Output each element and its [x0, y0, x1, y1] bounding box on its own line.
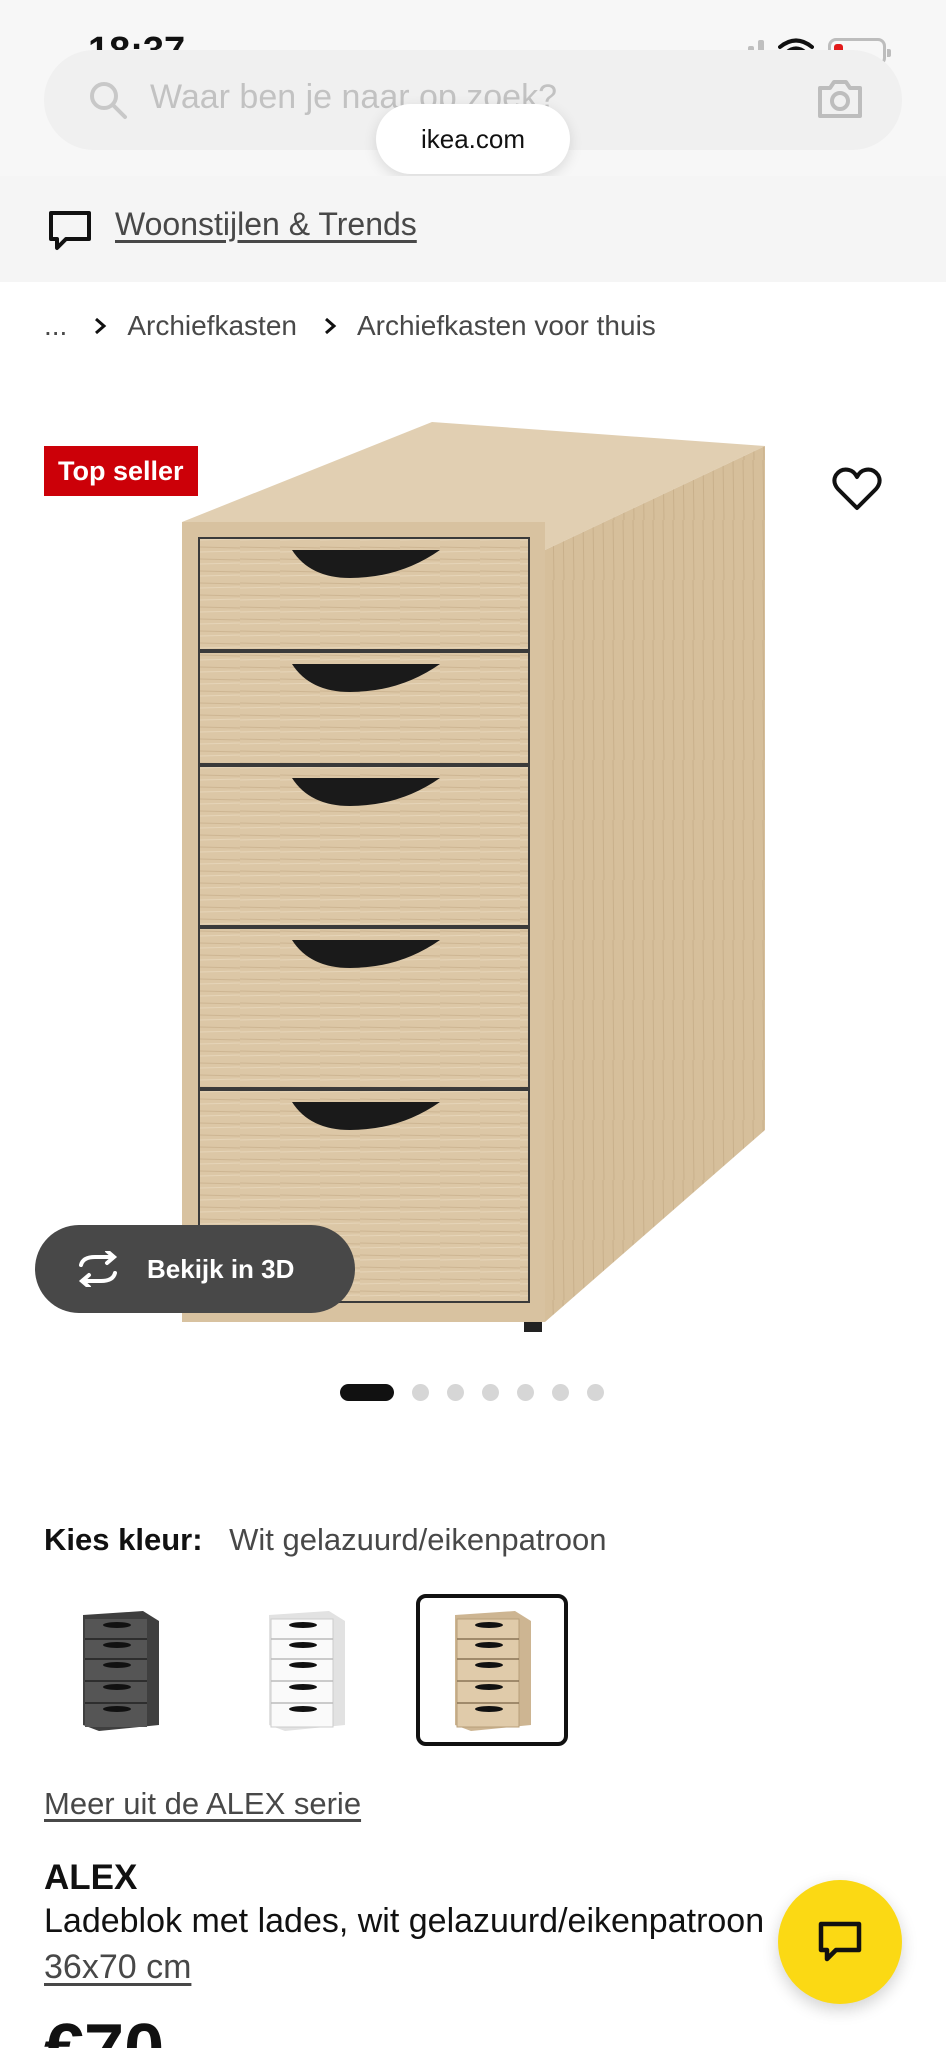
color-swatches — [44, 1594, 568, 1746]
product-description: Ladeblok met lades, wit gelazuurd/eikenp… — [44, 1902, 765, 1940]
product-name: ALEX — [44, 1858, 138, 1897]
series-link[interactable]: Meer uit de ALEX serie — [44, 1786, 361, 1822]
view-3d-label: Bekijk in 3D — [147, 1253, 295, 1284]
swatch-wit[interactable] — [230, 1594, 382, 1746]
url-pill[interactable]: ikea.com — [376, 104, 570, 174]
drawer-unit-thumbnail — [83, 1611, 159, 1731]
breadcrumb-item[interactable]: ... — [44, 310, 67, 342]
speech-bubble-icon — [49, 211, 91, 250]
product-size-link[interactable]: 36x70 cm — [44, 1948, 191, 1987]
color-picker-row: Kies kleur: Wit gelazuurd/eikenpatroon — [44, 1522, 607, 1558]
heart-icon[interactable] — [832, 466, 882, 512]
top-seller-badge: Top seller — [44, 446, 198, 496]
product-price: €70 — [44, 2014, 164, 2048]
breadcrumb: ... Archiefkasten Archiefkasten voor thu… — [44, 310, 656, 342]
carousel-dot[interactable] — [587, 1384, 604, 1401]
chevron-right-icon — [324, 317, 337, 335]
carousel-dot[interactable] — [552, 1384, 569, 1401]
carousel-dot[interactable] — [412, 1384, 429, 1401]
carousel-dot[interactable] — [482, 1384, 499, 1401]
rotate-3d-icon — [78, 1251, 118, 1287]
product-image[interactable] — [0, 400, 946, 1360]
carousel-dot[interactable] — [447, 1384, 464, 1401]
color-picker-label: Kies kleur: — [44, 1522, 203, 1557]
chevron-right-icon — [95, 317, 107, 335]
chat-icon — [818, 1921, 862, 1962]
carousel-dot[interactable] — [517, 1384, 534, 1401]
top-header: 18:37 Waar ben je naar op zoek? ikea.com — [0, 0, 946, 176]
search-icon — [90, 82, 127, 119]
color-picker-value: Wit gelazuurd/eikenpatroon — [229, 1522, 607, 1557]
inspiration-link[interactable]: Woonstijlen & Trends — [115, 206, 417, 243]
drawer-unit-thumbnail — [455, 1611, 531, 1731]
camera-icon[interactable] — [816, 76, 864, 120]
chat-button[interactable] — [778, 1880, 902, 2004]
swatch-antraciet[interactable] — [44, 1594, 196, 1746]
drawer-unit-thumbnail — [269, 1611, 345, 1731]
view-3d-button[interactable]: Bekijk in 3D — [35, 1225, 355, 1313]
carousel-indicator — [340, 1384, 604, 1401]
breadcrumb-item[interactable]: Archiefkasten voor thuis — [357, 310, 656, 342]
breadcrumb-item[interactable]: Archiefkasten — [127, 310, 297, 342]
inspiration-bar[interactable]: Woonstijlen & Trends — [0, 176, 946, 282]
carousel-dot-active[interactable] — [340, 1384, 394, 1401]
swatch-wit-gelazuurd-eikenpatroon[interactable] — [416, 1594, 568, 1746]
